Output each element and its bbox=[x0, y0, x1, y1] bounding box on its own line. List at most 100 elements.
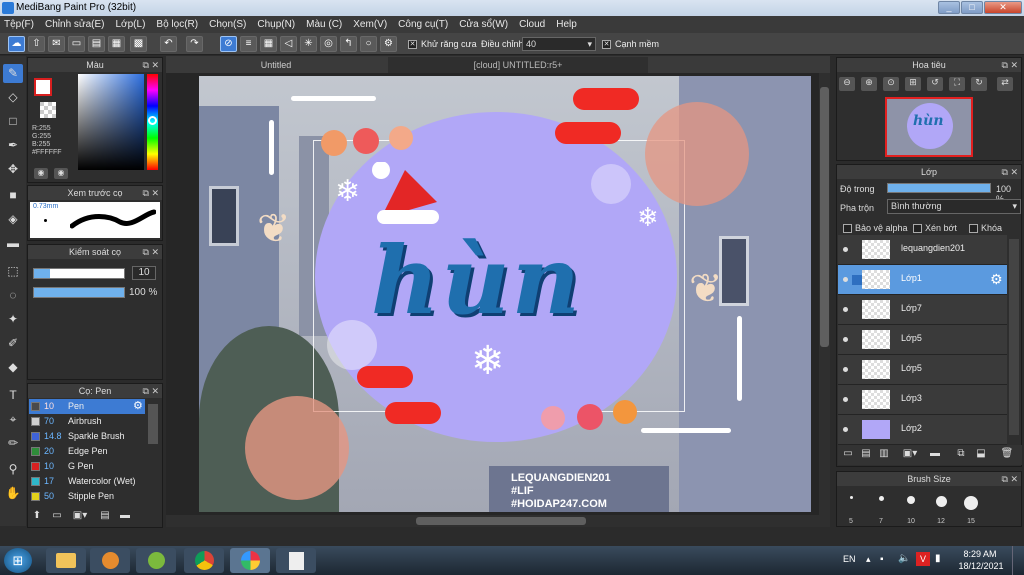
tray-app-icon[interactable]: V bbox=[916, 552, 930, 566]
rotate-left-icon[interactable]: ↺ bbox=[927, 77, 943, 91]
color-swap-icon[interactable]: ◉ bbox=[54, 168, 68, 179]
panel-close-icon[interactable]: ⧉ ✕ bbox=[143, 245, 159, 259]
app-taskbar-icon[interactable] bbox=[136, 548, 176, 573]
menu-tools[interactable]: Công cụ(T) bbox=[398, 19, 448, 30]
foreground-color-swatch[interactable] bbox=[34, 78, 52, 96]
clock-date[interactable]: 18/12/2021 bbox=[956, 561, 1006, 571]
language-indicator[interactable]: EN bbox=[843, 554, 856, 564]
tray-power-icon[interactable]: ▮ bbox=[935, 553, 941, 564]
magic-wand-icon[interactable]: ✦ bbox=[3, 310, 23, 329]
save-icon[interactable]: ▤ bbox=[88, 36, 105, 52]
soft-edge-checkbox[interactable]: ✕ bbox=[602, 39, 611, 50]
comment-icon[interactable]: ✉ bbox=[48, 36, 65, 52]
minimize-button[interactable]: _ bbox=[938, 1, 960, 14]
new-layer-icon[interactable]: ▭ bbox=[841, 448, 855, 462]
horizontal-scrollbar[interactable] bbox=[166, 515, 830, 527]
panel-close-icon[interactable]: ⧉ ✕ bbox=[1002, 165, 1018, 179]
chrome-taskbar-icon[interactable] bbox=[184, 548, 224, 573]
upload-icon[interactable]: ⇧ bbox=[28, 36, 45, 52]
hue-handle[interactable] bbox=[148, 116, 157, 125]
brush-size-value[interactable]: 10 bbox=[132, 266, 156, 280]
hand-tool-icon[interactable]: ✋ bbox=[3, 484, 23, 503]
menu-color[interactable]: Màu (C) bbox=[306, 19, 342, 30]
artwork-canvas[interactable]: ❄ ❄ ❄ ❦ ❦ hùn LEQUANGDIEN201 #LIF #HOIDA… bbox=[199, 76, 811, 512]
brush-settings-gear-icon[interactable]: ⚙ bbox=[133, 399, 143, 414]
blend-mode-select[interactable]: Bình thường ▾ bbox=[887, 199, 1021, 214]
layer-scrollbar[interactable] bbox=[1009, 239, 1019, 435]
transparent-swatch[interactable] bbox=[40, 102, 56, 118]
tray-up-arrow-icon[interactable]: ▴ bbox=[866, 554, 871, 565]
vertical-scrollbar[interactable] bbox=[819, 73, 830, 515]
brush-size-option[interactable]: 10 bbox=[896, 478, 926, 526]
brush-item[interactable]: 14.8 Sparkle Brush bbox=[29, 429, 145, 444]
rotate-right-icon[interactable]: ↻ bbox=[971, 77, 987, 91]
brush-tool-icon[interactable]: ✎ bbox=[3, 64, 23, 83]
rectangle-tool-icon[interactable]: □ bbox=[3, 112, 23, 131]
panel-close-icon[interactable]: ⧉ ✕ bbox=[143, 384, 159, 398]
menu-cloud[interactable]: Cloud bbox=[519, 19, 545, 30]
gradient-tool-icon[interactable]: ▬ bbox=[3, 234, 23, 253]
layer-row[interactable]: Lớp1 ⚙ bbox=[838, 265, 1007, 295]
brush-item[interactable]: 70 Airbrush bbox=[29, 414, 145, 429]
tray-volume-icon[interactable]: 🔈 bbox=[898, 553, 910, 564]
correction-select[interactable]: 40 ▾ bbox=[522, 37, 596, 51]
eye-icon[interactable] bbox=[843, 247, 848, 252]
new-halftone-layer-icon[interactable]: ▤ bbox=[859, 448, 873, 462]
snap-curve-icon[interactable]: ↰ bbox=[340, 36, 357, 52]
start-button-icon[interactable]: ⊞ bbox=[4, 548, 32, 573]
new-file-icon[interactable]: ▭ bbox=[68, 36, 85, 52]
zoom-icon[interactable]: ⊙ bbox=[883, 77, 899, 91]
layer-row[interactable]: lequangdien201 bbox=[838, 235, 1007, 265]
brush-item[interactable]: 10 Pen ⚙ bbox=[29, 399, 145, 414]
layer-settings-gear-icon[interactable]: ⚙ bbox=[990, 271, 1003, 288]
panel-close-icon[interactable]: ⧉ ✕ bbox=[1002, 472, 1018, 486]
layer-row[interactable]: Lớp5 bbox=[838, 325, 1007, 355]
brush-new-icon[interactable]: ▭ bbox=[50, 510, 64, 524]
folder-icon[interactable]: ▬ bbox=[928, 448, 942, 462]
menu-file[interactable]: Tệp(F) bbox=[4, 19, 34, 30]
undo-icon[interactable]: ↶ bbox=[160, 36, 177, 52]
snap-settings-icon[interactable]: ⚙ bbox=[380, 36, 397, 52]
layer-row[interactable]: Lớp3 bbox=[838, 385, 1007, 415]
export-icon[interactable]: ▦ bbox=[108, 36, 125, 52]
protect-alpha-checkbox[interactable] bbox=[843, 223, 852, 234]
panel-close-icon[interactable]: ⧉ ✕ bbox=[143, 58, 159, 72]
menu-snap[interactable]: Chụp(N) bbox=[257, 19, 295, 30]
clip-checkbox[interactable] bbox=[913, 223, 922, 234]
zoom-in-icon[interactable]: ⊕ bbox=[861, 77, 877, 91]
tray-network-icon[interactable]: ▪ bbox=[880, 554, 884, 565]
brush-folder-icon[interactable]: ▬ bbox=[118, 510, 132, 524]
menu-layer[interactable]: Lớp(L) bbox=[116, 19, 146, 30]
brush-item[interactable]: 20 Edge Pen bbox=[29, 444, 145, 459]
lock-checkbox[interactable] bbox=[969, 223, 978, 234]
layer-row[interactable]: Lớp5 bbox=[838, 355, 1007, 385]
operation-tool-icon[interactable]: ⌖ bbox=[3, 410, 23, 429]
maximize-button[interactable]: □ bbox=[961, 1, 983, 14]
tab-untitled[interactable]: Untitled bbox=[166, 57, 386, 73]
eyedropper-tool-icon[interactable]: ✏ bbox=[3, 434, 23, 453]
medibang-taskbar-icon[interactable] bbox=[230, 548, 270, 573]
eraser-tool-icon[interactable]: ◇ bbox=[3, 88, 23, 107]
brush-size-option[interactable]: 12 bbox=[926, 478, 956, 526]
brush-opacity-slider[interactable] bbox=[33, 287, 125, 298]
eye-icon[interactable] bbox=[843, 427, 848, 432]
eye-icon[interactable] bbox=[843, 337, 848, 342]
snap-off-icon[interactable]: ⊘ bbox=[220, 36, 237, 52]
merge-layer-icon[interactable]: ⬓ bbox=[974, 448, 988, 462]
select-pen-icon[interactable]: ✐ bbox=[3, 334, 23, 353]
add-layer-menu-icon[interactable]: ▣▾ bbox=[898, 448, 922, 462]
saturation-value-picker[interactable] bbox=[78, 74, 144, 170]
brush-copy-icon[interactable]: ▣▾ bbox=[70, 510, 90, 524]
cloud-icon[interactable]: ☁ bbox=[8, 36, 25, 52]
menu-window[interactable]: Cửa sổ(W) bbox=[459, 19, 508, 30]
color-mode-icon[interactable]: ◉ bbox=[34, 168, 48, 179]
snap-vanish-icon[interactable]: ◁ bbox=[280, 36, 297, 52]
layer-opacity-slider[interactable] bbox=[887, 183, 991, 193]
clock-time[interactable]: 8:29 AM bbox=[960, 549, 1000, 559]
menu-select[interactable]: Chọn(S) bbox=[209, 19, 246, 30]
tab-cloud-untitled[interactable]: [cloud] UNTITLED:r5+ bbox=[388, 57, 648, 73]
menu-help[interactable]: Help bbox=[556, 19, 577, 30]
eye-icon[interactable] bbox=[843, 277, 848, 282]
lasso-tool-icon[interactable]: ◌ bbox=[3, 286, 23, 305]
snap-parallel-icon[interactable]: ≡ bbox=[240, 36, 257, 52]
